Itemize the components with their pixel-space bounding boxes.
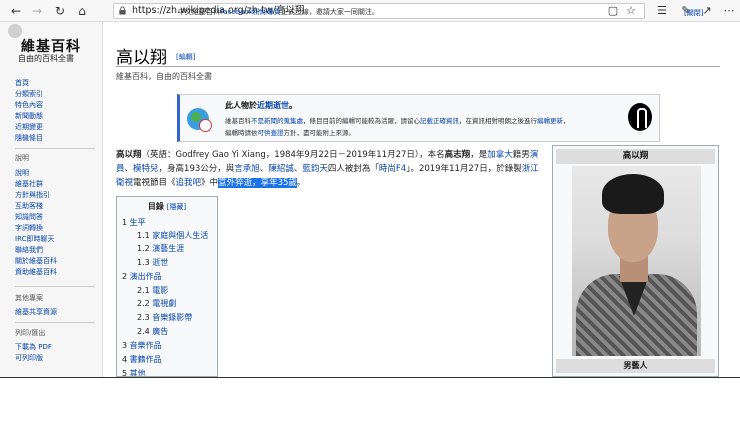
sidebar-divider [15, 148, 95, 149]
notice-not-news-link[interactable]: 不是新聞的蒐集處 [251, 117, 303, 125]
sidebar-item-featured[interactable]: 特色內容 [15, 100, 43, 110]
sidebar-item-printable[interactable]: 可列印版 [15, 353, 43, 363]
reading-list-icon[interactable]: ☰ [655, 4, 669, 18]
infobox-title: 高以翔 [556, 149, 715, 164]
toc-hide-toggle[interactable]: [隱藏] [167, 203, 186, 211]
sidebar: 維基百科 自由的百科全書 首頁 分類索引 特色內容 新聞動態 近期變更 隨機條目… [0, 22, 103, 377]
favorite-star-icon[interactable]: ☆ [624, 4, 638, 18]
back-icon[interactable]: ← [8, 3, 24, 19]
sidebar-item-help[interactable]: 說明 [15, 168, 29, 178]
toc-item[interactable]: 1.1 家庭與個人生活 [137, 230, 208, 241]
sidebar-item-donate[interactable]: 資助維基百科 [15, 267, 57, 277]
selected-text[interactable]: 意外猝逝，享年35歲 [218, 178, 297, 188]
lock-icon [119, 6, 126, 15]
banner-close-link[interactable]: [關閉] [684, 8, 703, 18]
infobox-role: 男藝人 [556, 359, 715, 373]
infobox: 高以翔 男藝人 本名 [552, 145, 719, 377]
toc-item[interactable]: 1 生平 [122, 217, 146, 228]
link-canada[interactable]: 加拿大 [487, 150, 513, 160]
notice-recent-death-link[interactable]: 近期逝世 [257, 101, 289, 110]
link-person-b[interactable]: 陳紹誠 [268, 164, 294, 174]
intro-paragraph: 高以翔（英語：Godfrey Gao Yi Xiang，1984年9月22日－2… [116, 150, 539, 188]
forward-icon[interactable]: → [29, 3, 45, 19]
title-divider [116, 66, 720, 67]
mourning-ribbon-icon [628, 103, 652, 131]
sidebar-item-qa[interactable]: 知識問答 [15, 212, 43, 222]
toc-item[interactable]: 5 其他 [122, 368, 146, 376]
screen-bottom-blank [0, 377, 740, 445]
edit-title-link[interactable]: [編輯] [176, 52, 195, 62]
notice-accuracy-link[interactable]: 記載正確資訊 [420, 117, 459, 125]
toc-item[interactable]: 2.3 音樂錄影帶 [137, 312, 192, 323]
portrait-photo[interactable] [572, 166, 701, 356]
banner-text: 中文維基百科 [178, 8, 220, 16]
toc-heading: 目錄 [隱藏] [147, 202, 187, 211]
wikipedia-globe-icon [8, 24, 22, 38]
sidebar-item-community[interactable]: 維基社群 [15, 179, 43, 189]
sidebar-item-contact[interactable]: 聯絡我們 [15, 245, 43, 255]
toc-item[interactable]: 4 書籍作品 [122, 354, 162, 365]
link-person-a[interactable]: 言承旭 [234, 164, 260, 174]
sidebar-item-recent-changes[interactable]: 近期變更 [15, 122, 43, 132]
sidebar-item-random[interactable]: 隨機條目 [15, 133, 43, 143]
banner-facebook-link[interactable]: Facebook粉絲專頁 [220, 8, 281, 16]
refresh-icon[interactable]: ↻ [52, 3, 68, 19]
sidebar-item-news[interactable]: 新聞動態 [15, 111, 43, 121]
toc-item[interactable]: 1.3 逝世 [137, 257, 168, 268]
notice-body: 維基百科不是新聞的蒐集處，條目目前的編輯可能較為活躍，請留心記載正確資訊，在資訊… [225, 117, 570, 137]
home-icon[interactable]: ⌂ [74, 3, 90, 19]
notice-title: 此人物於近期逝世。 [225, 101, 297, 110]
toc-item[interactable]: 2.4 廣告 [137, 326, 168, 337]
link-model[interactable]: 模特兒 [133, 164, 159, 174]
sidebar-heading-print: 列印/匯出 [15, 329, 46, 337]
sidebar-item-home[interactable]: 首頁 [15, 78, 29, 88]
site-banner: 中文維基百科Facebook粉絲專頁正式上線，邀請大家一同關注。 [178, 7, 379, 17]
sidebar-item-download-pdf[interactable]: 下載為 PDF [15, 342, 52, 352]
recent-death-notice: 此人物於近期逝世。 維基百科不是新聞的蒐集處，條目目前的編輯可能較為活躍，請留心… [177, 94, 660, 142]
page-tagline: 維基百科，自由的百科全書 [116, 72, 212, 81]
sidebar-divider [15, 322, 95, 323]
sidebar-item-policies[interactable]: 方針與指引 [15, 190, 50, 200]
page-title: 高以翔 [116, 48, 167, 68]
notice-edit-update-link[interactable]: 編輯更新 [537, 117, 563, 125]
toc-item[interactable]: 1.2 演藝生涯 [137, 243, 184, 254]
more-icon[interactable]: ⋯ [722, 4, 736, 18]
sidebar-item-categories[interactable]: 分類索引 [15, 89, 43, 99]
link-show[interactable]: 追我吧 [176, 178, 202, 188]
sidebar-item-conversion[interactable]: 字詞轉換 [15, 223, 43, 233]
toc-item[interactable]: 2.1 電影 [137, 285, 168, 296]
sidebar-item-about[interactable]: 關於維基百科 [15, 256, 57, 266]
toc-item[interactable]: 2 演出作品 [122, 271, 162, 282]
link-person-c[interactable]: 藍鈞天 [302, 164, 328, 174]
sidebar-item-village-pump[interactable]: 互助客棧 [15, 201, 43, 211]
logo-subtitle: 自由的百科全書 [18, 54, 74, 63]
sidebar-heading-help: 說明 [15, 154, 29, 162]
sidebar-divider [15, 286, 95, 287]
sidebar-item-commons[interactable]: 維基共享資源 [15, 307, 57, 317]
sidebar-item-irc[interactable]: IRC即時聊天 [15, 234, 54, 244]
table-of-contents: 目錄 [隱藏] 1 生平 1.1 家庭與個人生活 1.2 演藝生涯 1.3 逝世… [116, 196, 218, 377]
globe-clock-icon [187, 108, 212, 132]
link-fashion-f4[interactable]: 時尚F4 [379, 164, 406, 174]
notice-verifiability-link[interactable]: 可供查證 [258, 129, 284, 137]
sidebar-heading-other: 其他專案 [15, 294, 43, 302]
banner-text-end: 正式上線，邀請大家一同關注。 [280, 8, 379, 16]
toc-item[interactable]: 3 音樂作品 [122, 340, 162, 351]
bookmark-icon[interactable]: ▢ [606, 4, 620, 18]
toc-item[interactable]: 2.2 電視劇 [137, 298, 176, 309]
